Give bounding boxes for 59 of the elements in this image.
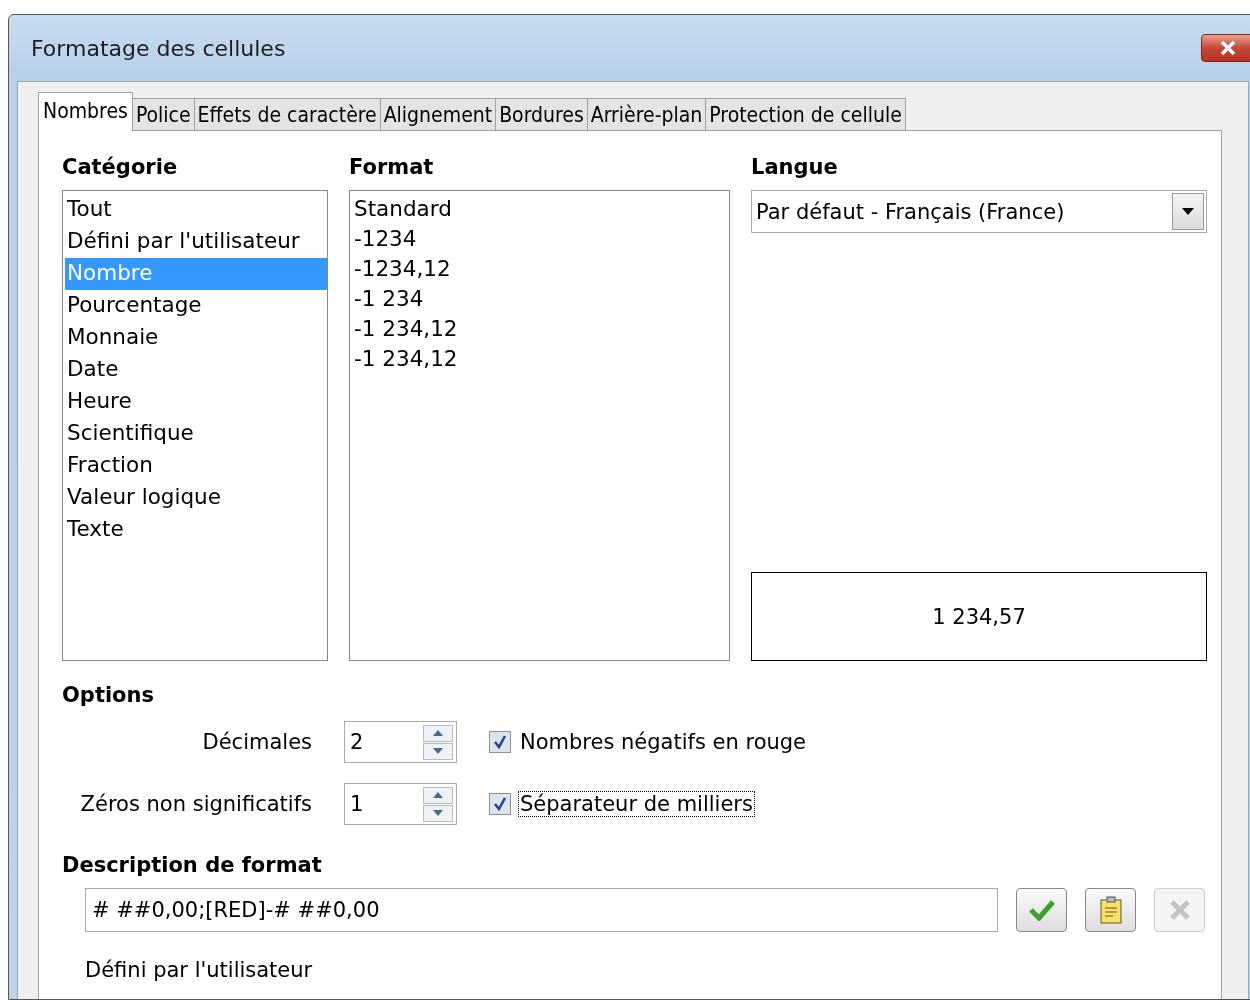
comment-button[interactable] [1085, 888, 1137, 932]
tab[interactable]: Protection de cellule [705, 98, 906, 130]
close-icon [1218, 40, 1238, 56]
caret-icon [1182, 208, 1194, 215]
tab[interactable]: Police [131, 98, 195, 130]
note-icon [1098, 896, 1123, 924]
list-item[interactable]: Pourcentage [65, 290, 327, 322]
delete-icon [1168, 899, 1191, 921]
up-arrow-icon [433, 792, 443, 798]
section-label: Options [62, 683, 155, 709]
list-item[interactable]: Tout [65, 194, 327, 226]
list-item[interactable]: Date [65, 354, 327, 386]
window-title: Formatage des cellules [31, 35, 286, 61]
number-spinner[interactable]: 2 [344, 721, 457, 763]
checkbox-label[interactable]: Séparateur de milliers [519, 792, 754, 816]
tab[interactable]: Alignement [379, 98, 497, 130]
field-label: Décimales [202, 730, 312, 754]
list-item[interactable]: Défini par l'utilisateur [65, 226, 327, 258]
down-arrow-icon [433, 810, 443, 816]
decrement-button[interactable] [423, 804, 453, 822]
list-item[interactable]: -1234,12 [352, 254, 729, 284]
up-arrow-icon [433, 730, 443, 736]
format-code-field[interactable]: # ##0,00;[RED]-# ##0,00 [85, 888, 999, 932]
preview-text: 1 234,57 [932, 604, 1026, 629]
list-item[interactable]: Heure [65, 386, 327, 418]
checkmark-icon [493, 797, 507, 811]
list-item[interactable]: -1 234 [352, 284, 729, 314]
list-item[interactable]: Valeur logique [65, 482, 327, 514]
checkmark-icon [1027, 899, 1056, 921]
list-item[interactable]: Fraction [65, 450, 327, 482]
list-item[interactable]: -1234 [352, 224, 729, 254]
tab[interactable]: Arrière-plan [586, 98, 707, 130]
close-button[interactable] [1201, 34, 1250, 62]
section-label: Description de format [62, 853, 323, 879]
checkbox[interactable] [489, 793, 511, 815]
number-spinner[interactable]: 1 [344, 783, 457, 825]
checkbox[interactable] [489, 731, 511, 753]
format-note: Défini par l'utilisateur [85, 958, 314, 982]
language-dropdown[interactable]: Par défaut - Français (France) [751, 190, 1207, 233]
checkmark-icon [493, 735, 507, 749]
tab[interactable]: Nombres [38, 92, 133, 131]
accept-button[interactable] [1016, 888, 1068, 932]
list-item[interactable]: -1 234,12 [352, 314, 729, 344]
decrement-button[interactable] [423, 742, 453, 760]
down-arrow-icon [433, 748, 443, 754]
section-label: Catégorie [62, 155, 179, 181]
increment-button[interactable] [423, 786, 453, 804]
section-label: Format [349, 155, 435, 181]
list-item[interactable]: Monnaie [65, 322, 327, 354]
tab[interactable]: Effets de caractère [193, 98, 381, 130]
list-item[interactable]: -1 234,12 [352, 344, 729, 374]
tab[interactable]: Bordures [495, 98, 588, 130]
list-item[interactable]: Standard [352, 194, 729, 224]
increment-button[interactable] [423, 724, 453, 742]
list-item[interactable]: Scientifique [65, 418, 327, 450]
checkbox-label[interactable]: Nombres négatifs en rouge [519, 730, 808, 754]
list-item[interactable]: Texte [65, 514, 327, 546]
field-label: Zéros non significatifs [80, 792, 312, 816]
section-label: Langue [751, 155, 839, 181]
